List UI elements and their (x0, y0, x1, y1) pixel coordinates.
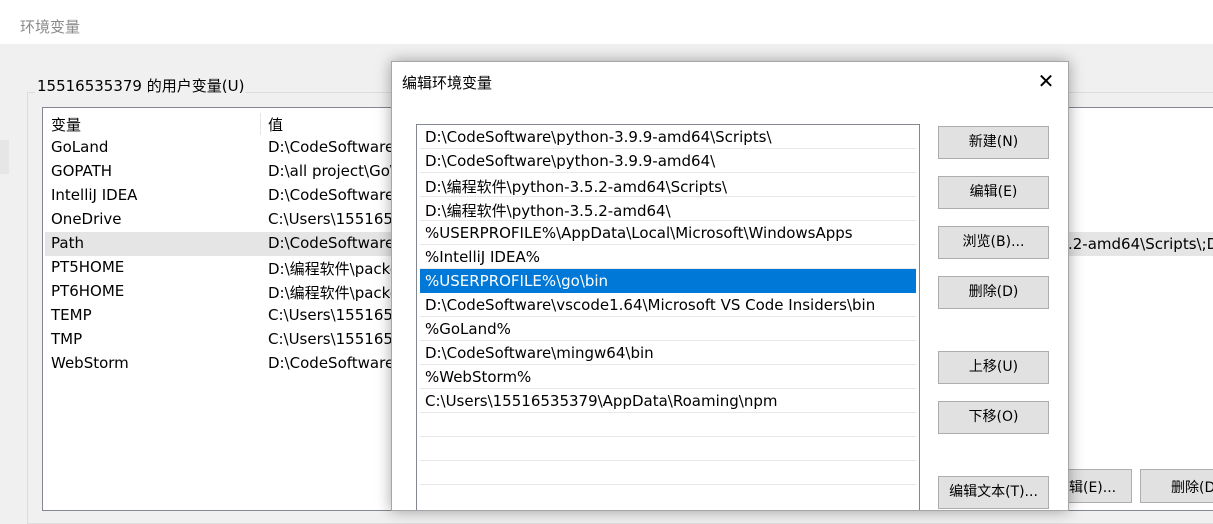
var-name: IntelliJ IDEA (51, 186, 138, 204)
var-value: C:\Users\1551653 (268, 306, 403, 324)
edit-text-button[interactable]: 编辑文本(T)... (938, 476, 1049, 509)
var-value: D:\编程软件\packe (268, 260, 400, 278)
entry-text: D:\编程软件\python-3.5.2-amd64\Scripts\ (425, 178, 728, 196)
edit-environment-variable-dialog: 编辑环境变量 ✕ D:\CodeSoftware\python-3.9.9-am… (391, 61, 1069, 511)
list-item[interactable]: D:\CodeSoftware\mingw64\bin (420, 341, 916, 365)
entry-text: D:\CodeSoftware\vscode1.64\Microsoft VS … (425, 296, 876, 314)
var-name: OneDrive (51, 210, 122, 228)
var-name: Path (51, 234, 84, 252)
var-value: D:\CodeSoftware (268, 138, 395, 156)
list-item[interactable]: %IntelliJ IDEA% (420, 245, 916, 269)
close-icon[interactable]: ✕ (1024, 62, 1068, 100)
entry-text: %USERPROFILE%\go\bin (425, 272, 609, 290)
var-value: D:\CodeSoftware (268, 354, 395, 372)
var-value: D:\CodeSoftware (268, 186, 395, 204)
edit-variable-label: 辑(E)... (1069, 480, 1117, 496)
column-header-value[interactable]: 值 (268, 114, 283, 135)
move-up-button[interactable]: 上移(U) (938, 351, 1049, 384)
column-divider[interactable] (260, 113, 261, 135)
list-item[interactable]: %GoLand% (420, 317, 916, 341)
move-down-button[interactable]: 下移(O) (938, 401, 1049, 434)
delete-button[interactable]: 删除(D) (938, 276, 1049, 309)
list-item-empty[interactable] (420, 413, 916, 437)
list-item[interactable]: D:\CodeSoftware\vscode1.64\Microsoft VS … (420, 293, 916, 317)
entry-text: D:\CodeSoftware\mingw64\bin (425, 344, 654, 362)
list-item[interactable]: D:\编程软件\python-3.5.2-amd64\Scripts\ (420, 173, 916, 197)
var-name: PT6HOME (51, 282, 125, 300)
var-name: PT5HOME (51, 258, 125, 276)
var-name: TEMP (51, 306, 92, 324)
new-button[interactable]: 新建(N) (938, 126, 1049, 159)
dialog-title: 编辑环境变量 (402, 74, 493, 92)
user-variables-label: 15516535379 的用户变量(U) (35, 75, 247, 96)
browse-button[interactable]: 浏览(B)... (938, 226, 1049, 259)
list-item-empty[interactable] (420, 437, 916, 461)
var-name: GoLand (51, 138, 109, 156)
entry-text: %USERPROFILE%\AppData\Local\Microsoft\Wi… (425, 224, 853, 242)
list-item[interactable]: D:\编程软件\python-3.5.2-amd64\ (420, 197, 916, 221)
entry-text: %WebStorm% (425, 368, 532, 386)
list-item[interactable]: D:\CodeSoftware\python-3.9.9-amd64\ (420, 149, 916, 173)
entry-text: C:\Users\15516535379\AppData\Roaming\npm (425, 392, 778, 410)
var-name: TMP (51, 330, 83, 348)
path-value-overflow: .2-amd64\Scripts\;D (1068, 235, 1213, 253)
var-name: WebStorm (51, 354, 129, 372)
entry-text: D:\CodeSoftware\python-3.9.9-amd64\Scrip… (425, 128, 772, 146)
edit-button[interactable]: 编辑(E) (938, 176, 1049, 209)
list-item[interactable]: %USERPROFILE%\AppData\Local\Microsoft\Wi… (420, 221, 916, 245)
entry-text: %IntelliJ IDEA% (425, 248, 540, 266)
window-titlebar: 环境变量 (0, 0, 1213, 44)
var-value: D:\编程软件\packe (268, 284, 400, 302)
delete-variable-button[interactable]: 删除(D) (1140, 469, 1213, 503)
left-edge-strip (0, 140, 9, 174)
var-name: GOPATH (51, 162, 113, 180)
entry-text: D:\CodeSoftware\python-3.9.9-amd64\ (425, 152, 716, 170)
column-header-name[interactable]: 变量 (51, 114, 81, 135)
list-item-selected[interactable]: %USERPROFILE%\go\bin (420, 269, 916, 293)
entry-text: %GoLand% (425, 320, 511, 338)
path-entries-list[interactable]: D:\CodeSoftware\python-3.9.9-amd64\Scrip… (416, 124, 920, 510)
window-title: 环境变量 (20, 18, 81, 36)
var-value: D:\CodeSoftware (268, 234, 395, 252)
list-item-empty[interactable] (420, 461, 916, 485)
list-item[interactable]: %WebStorm% (420, 365, 916, 389)
list-item[interactable]: D:\CodeSoftware\python-3.9.9-amd64\Scrip… (420, 125, 916, 149)
var-value: C:\Users\1551653 (268, 330, 403, 348)
list-item[interactable]: C:\Users\15516535379\AppData\Roaming\npm (420, 389, 916, 413)
var-value: D:\all project\Go\ (268, 162, 395, 180)
delete-variable-label: 删除(D) (1171, 480, 1213, 496)
entry-text: D:\编程软件\python-3.5.2-amd64\ (425, 202, 671, 220)
var-value: C:\Users\1551653 (268, 210, 403, 228)
